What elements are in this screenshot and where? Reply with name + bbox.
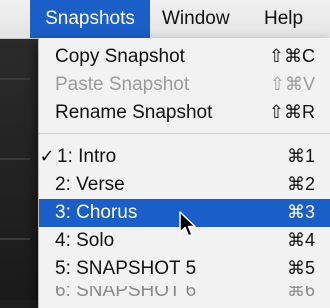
menu-item-label: 1: Intro — [57, 146, 117, 167]
snapshot-item-6[interactable]: 6: SNAPSHOT 6 ⌘6 — [39, 286, 330, 300]
backdrop-strip — [0, 78, 30, 80]
menubar-item-window[interactable]: Window — [162, 0, 230, 38]
menu-item-label: 4: Solo — [55, 230, 115, 251]
menu-bar: t Snapshots Window Help — [0, 0, 330, 39]
menubar-item-partial[interactable]: t — [0, 0, 24, 38]
menu-item-shortcut: ⇧⌘R — [268, 102, 315, 122]
menu-item-label: 5: SNAPSHOT 5 — [55, 258, 197, 279]
menu-item-shortcut: ⌘3 — [286, 202, 315, 222]
app-backdrop — [0, 38, 40, 300]
menu-item-label: Rename Snapshot — [55, 102, 213, 123]
menu-item-shortcut: ⌘2 — [286, 174, 315, 194]
mouse-pointer-icon — [179, 211, 196, 237]
menu-item-label: 3: Chorus — [55, 202, 138, 223]
backdrop-strip — [0, 238, 30, 240]
menu-item-label: Copy Snapshot — [55, 46, 185, 67]
snapshot-item-intro[interactable]: ✓ 1: Intro ⌘1 — [39, 143, 330, 171]
menubar-item-snapshots[interactable]: Snapshots — [30, 0, 150, 38]
copy-snapshot-item[interactable]: Copy Snapshot ⇧⌘C — [39, 43, 330, 71]
menu-item-shortcut: ⌘6 — [286, 286, 315, 300]
menu-item-shortcut: ⌘5 — [286, 258, 315, 278]
menu-separator — [39, 133, 330, 134]
menu-item-shortcut: ⇧⌘V — [269, 74, 315, 94]
menu-item-shortcut: ⌘1 — [286, 146, 315, 166]
snapshot-item-5[interactable]: 5: SNAPSHOT 5 ⌘5 — [39, 255, 330, 283]
menubar-item-help[interactable]: Help — [264, 0, 303, 38]
menu-item-label: 6: SNAPSHOT 6 — [55, 286, 197, 300]
menu-item-label: Paste Snapshot — [55, 74, 190, 95]
menu-item-shortcut: ⌘4 — [286, 230, 315, 250]
snapshots-menu: Copy Snapshot ⇧⌘C Paste Snapshot ⇧⌘V Ren… — [38, 38, 330, 308]
checkmark-icon: ✓ — [39, 146, 55, 166]
paste-snapshot-item: Paste Snapshot ⇧⌘V — [39, 71, 330, 99]
rename-snapshot-item[interactable]: Rename Snapshot ⇧⌘R — [39, 99, 330, 127]
backdrop-strip — [0, 158, 30, 160]
snapshot-item-verse[interactable]: 2: Verse ⌘2 — [39, 171, 330, 199]
menu-item-label: 2: Verse — [55, 174, 125, 195]
menu-item-shortcut: ⇧⌘C — [268, 46, 315, 66]
